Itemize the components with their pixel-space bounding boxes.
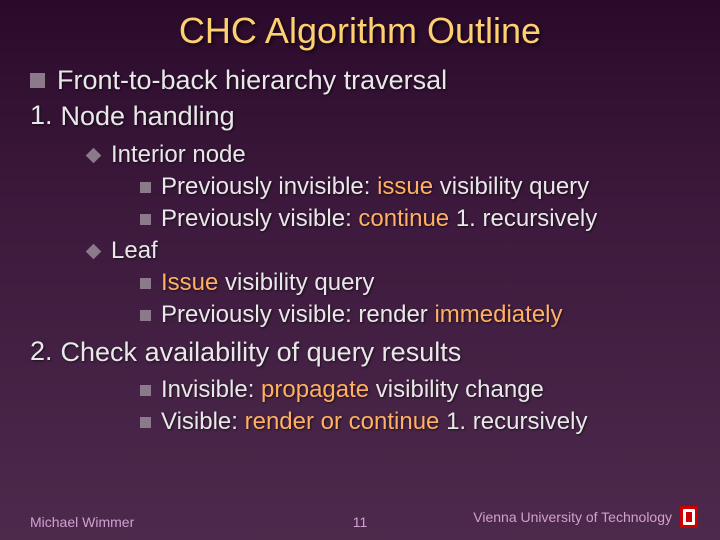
square-bullet-icon — [140, 310, 151, 321]
footer-page-number: 11 — [353, 514, 368, 530]
footer-affiliation: Vienna University of Technology — [473, 504, 700, 530]
leaf-issue: Issue visibility query — [140, 268, 690, 298]
text: Check availability of query results — [61, 336, 462, 370]
text: Front-to-back hierarchy traversal — [57, 64, 447, 98]
highlight: Issue — [161, 269, 218, 296]
text: Leaf — [111, 236, 158, 266]
step-2: 2. Check availability of query results — [30, 336, 690, 370]
text: Node handling — [61, 100, 235, 134]
highlight: issue — [377, 173, 433, 200]
square-bullet-icon — [140, 385, 151, 396]
footer-author: Michael Wimmer — [30, 514, 134, 530]
text: Invisible: propagate visibility change — [161, 375, 544, 405]
highlight: continue — [358, 205, 449, 232]
text: Previously visible: continue 1. recursiv… — [161, 204, 597, 234]
result-invisible: Invisible: propagate visibility change — [140, 375, 690, 405]
text: Interior node — [111, 140, 246, 170]
highlight: immediately — [434, 301, 562, 328]
text: Previously invisible: issue visibility q… — [161, 172, 589, 202]
text: Issue visibility query — [161, 268, 374, 298]
diamond-bullet-icon — [86, 243, 102, 259]
university-logo-icon — [678, 504, 700, 530]
leaf: Leaf — [88, 236, 690, 266]
footer-affiliation-text: Vienna University of Technology — [473, 509, 672, 525]
diamond-bullet-icon — [86, 147, 102, 163]
interior-visible: Previously visible: continue 1. recursiv… — [140, 204, 690, 234]
step-number: 2. — [30, 336, 53, 367]
square-bullet-icon — [30, 73, 45, 88]
square-bullet-icon — [140, 417, 151, 428]
highlight: propagate — [261, 376, 369, 403]
bullet-front-to-back: Front-to-back hierarchy traversal — [30, 64, 690, 98]
step-1: 1. Node handling — [30, 100, 690, 134]
footer: Michael Wimmer 11 Vienna University of T… — [0, 504, 720, 530]
slide-title: CHC Algorithm Outline — [30, 10, 690, 52]
square-bullet-icon — [140, 278, 151, 289]
step-number: 1. — [30, 100, 53, 131]
interior-invisible: Previously invisible: issue visibility q… — [140, 172, 690, 202]
slide-body: CHC Algorithm Outline Front-to-back hier… — [0, 0, 720, 437]
leaf-visible: Previously visible: render immediately — [140, 300, 690, 330]
interior-node: Interior node — [88, 140, 690, 170]
square-bullet-icon — [140, 214, 151, 225]
square-bullet-icon — [140, 182, 151, 193]
text: Visible: render or continue 1. recursive… — [161, 407, 587, 437]
result-visible: Visible: render or continue 1. recursive… — [140, 407, 690, 437]
highlight: render or continue — [245, 408, 440, 435]
text: Previously visible: render immediately — [161, 300, 563, 330]
